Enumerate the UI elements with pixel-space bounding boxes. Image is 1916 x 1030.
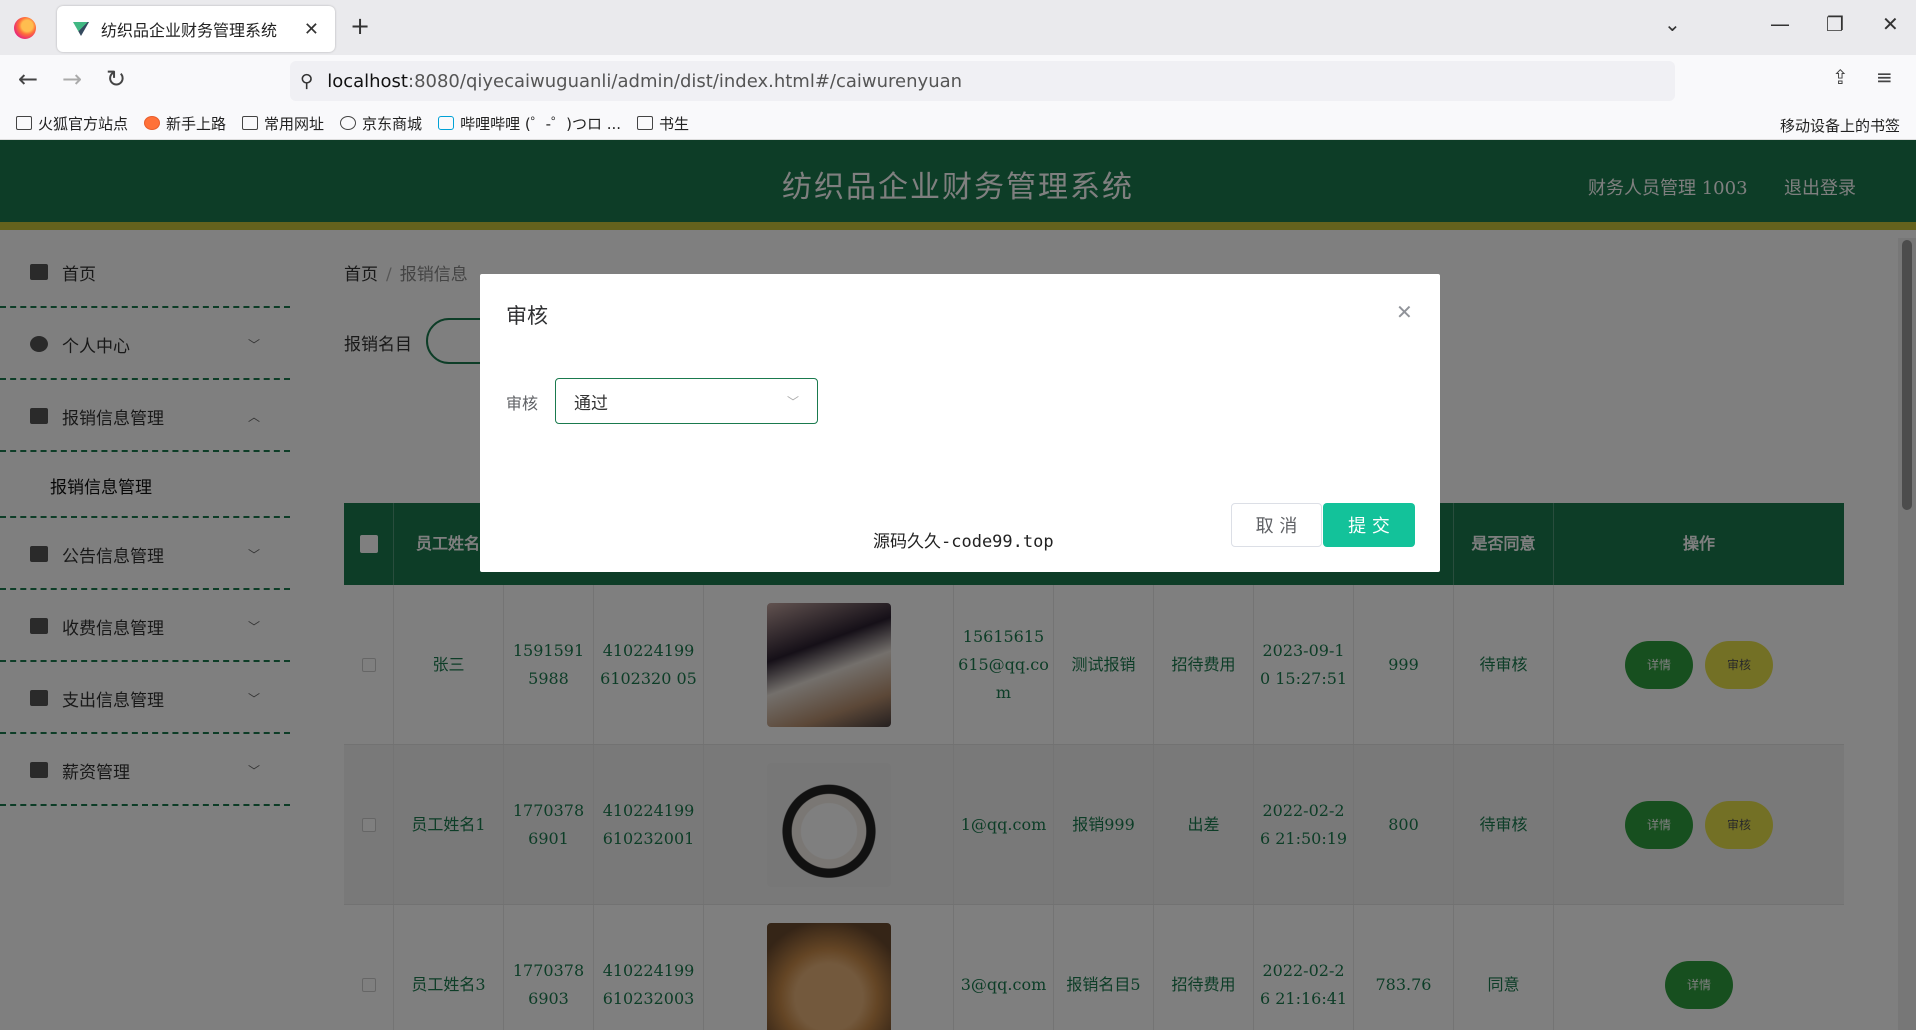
folder-icon (637, 116, 654, 130)
bookmark-item[interactable]: 哔哩哔哩 (゜-゜)つロ ... (438, 113, 621, 134)
url-host: localhost (327, 70, 408, 92)
menu-icon[interactable]: ≡ (1876, 65, 1893, 89)
back-icon[interactable]: ← (18, 65, 38, 93)
modal-overlay[interactable]: 审核 ✕ 审核 通过 ﹀ 源码久久-code99.top 取 消 提 交 (0, 140, 1916, 1030)
bookmark-item[interactable]: 火狐官方站点 (16, 113, 128, 134)
audit-select[interactable]: 通过 ﹀ (555, 378, 818, 424)
close-window-icon[interactable]: ✕ (1882, 12, 1899, 36)
forward-icon[interactable]: → (62, 65, 82, 93)
url-bar[interactable]: ⚲ localhost:8080/qiyecaiwuguanli/admin/d… (290, 61, 1675, 101)
bookmark-item[interactable]: 书生 (637, 113, 689, 134)
tab-title: 纺织品企业财务管理系统 (101, 21, 278, 40)
firefox-icon (144, 116, 161, 130)
browser-tab[interactable]: 纺织品企业财务管理系统 ✕ (57, 6, 335, 52)
cancel-button[interactable]: 取 消 (1231, 503, 1322, 547)
url-path: :8080/qiyecaiwuguanli/admin/dist/index.h… (408, 70, 963, 92)
dialog-title: 审核 (506, 304, 548, 328)
bookmark-item[interactable]: 新手上路 (144, 113, 226, 134)
firefox-icon (14, 17, 36, 39)
audit-field-label: 审核 (506, 394, 539, 413)
restore-icon[interactable]: ❐ (1826, 12, 1844, 36)
audit-dialog: 审核 ✕ 审核 通过 ﹀ 源码久久-code99.top 取 消 提 交 (480, 274, 1440, 572)
submit-button[interactable]: 提 交 (1323, 503, 1415, 547)
new-tab-button[interactable]: + (350, 12, 370, 40)
bookmark-item[interactable]: 常用网址 (242, 113, 324, 134)
tab-close-icon[interactable]: ✕ (304, 19, 319, 40)
browser-tabstrip: 纺织品企业财务管理系统 ✕ + ⌄ — ❐ ✕ (0, 0, 1916, 55)
bookmarks-bar: 火狐官方站点 新手上路 常用网址 京东商城 哔哩哔哩 (゜-゜)つロ ... 书… (0, 107, 1916, 140)
vue-logo-icon (73, 22, 89, 36)
globe-icon (340, 116, 357, 130)
dialog-footer-text: 源码久久-code99.top (873, 532, 1054, 552)
close-icon[interactable]: ✕ (1396, 300, 1413, 324)
mobile-bookmarks[interactable]: 移动设备上的书签 (1780, 115, 1900, 136)
navigation-bar: ← → ↻ ⚲ localhost:8080/qiyecaiwuguanli/a… (0, 55, 1916, 107)
app-root: 纺织品企业财务管理系统 财务人员管理 1003 退出登录 首页 个人中心﹀ 报销… (0, 140, 1916, 1030)
search-icon: ⚲ (300, 70, 314, 92)
folder-icon (242, 116, 259, 130)
bilibili-icon (438, 116, 455, 130)
reload-icon[interactable]: ↻ (106, 65, 126, 93)
extensions-icon[interactable]: ⇪ (1832, 65, 1849, 89)
chevron-down-icon: ﹀ (786, 394, 799, 409)
folder-icon (16, 116, 32, 130)
minimize-icon[interactable]: — (1770, 12, 1790, 36)
tab-list-icon[interactable]: ⌄ (1664, 12, 1681, 36)
audit-select-value: 通过 (574, 393, 608, 414)
bookmark-item[interactable]: 京东商城 (340, 113, 422, 134)
